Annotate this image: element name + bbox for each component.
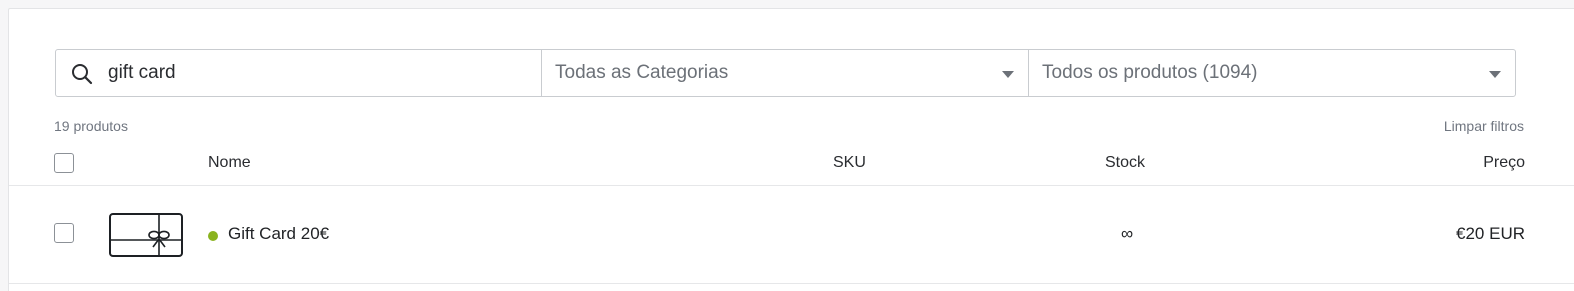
header-divider	[9, 185, 1574, 186]
products-select[interactable]: Todos os produtos (1094)	[1029, 50, 1515, 96]
clear-filters-link[interactable]: Limpar filtros	[1444, 118, 1524, 134]
product-name-link[interactable]: Gift Card 20€	[228, 224, 329, 244]
column-header-name[interactable]: Nome	[208, 154, 251, 172]
select-all-checkbox[interactable]	[54, 153, 74, 173]
column-header-stock[interactable]: Stock	[1105, 154, 1145, 172]
row-checkbox[interactable]	[54, 223, 74, 243]
column-header-sku[interactable]: SKU	[833, 154, 866, 172]
product-stock: ∞	[1121, 224, 1134, 243]
result-count: 19 produtos	[54, 118, 128, 134]
chevron-down-icon	[1002, 71, 1014, 78]
products-panel: Todas as Categorias Todos os produtos (1…	[8, 8, 1574, 291]
gift-card-icon	[109, 213, 183, 257]
chevron-down-icon	[1489, 71, 1501, 78]
category-select[interactable]: Todas as Categorias	[542, 50, 1029, 96]
status-indicator	[208, 231, 218, 241]
category-select-value: Todas as Categorias	[555, 62, 729, 83]
product-price: €20 EUR	[1456, 224, 1525, 243]
search-box[interactable]	[56, 50, 542, 96]
column-header-price[interactable]: Preço	[1483, 154, 1525, 172]
products-select-value: Todos os produtos (1094)	[1042, 62, 1258, 83]
search-icon	[72, 64, 93, 85]
filter-bar: Todas as Categorias Todos os produtos (1…	[55, 49, 1516, 97]
row-divider	[9, 283, 1574, 284]
search-input[interactable]	[108, 58, 528, 88]
